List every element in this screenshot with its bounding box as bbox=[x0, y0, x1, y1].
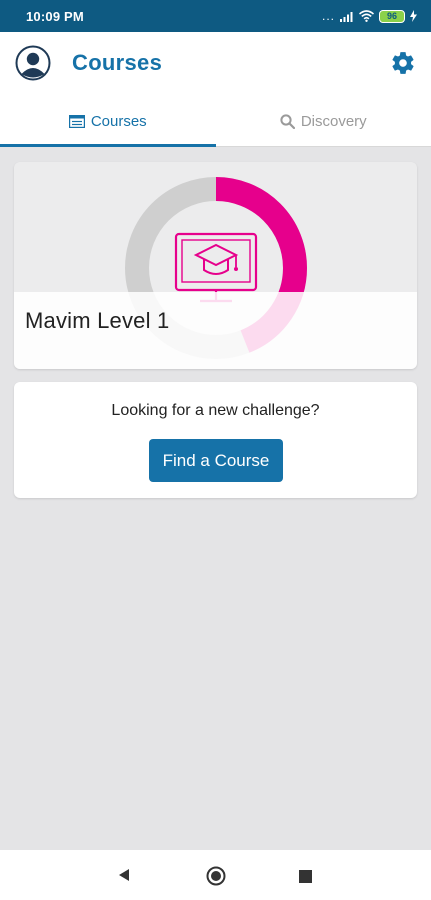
signal-icon bbox=[340, 11, 353, 22]
status-icons: ... 96 bbox=[321, 9, 417, 23]
system-nav-bar bbox=[0, 850, 431, 900]
status-time: 10:09 PM bbox=[26, 8, 84, 24]
user-avatar-icon[interactable] bbox=[15, 45, 51, 81]
search-icon bbox=[280, 113, 295, 129]
recents-square-icon bbox=[298, 869, 312, 883]
back-button[interactable] bbox=[116, 867, 132, 883]
wifi-icon bbox=[359, 10, 374, 22]
recents-button[interactable] bbox=[297, 868, 313, 884]
challenge-card: Looking for a new challenge? Find a Cour… bbox=[14, 382, 417, 498]
notification-dots: ... bbox=[321, 9, 335, 23]
app-header: Courses bbox=[0, 32, 431, 96]
home-button[interactable] bbox=[205, 865, 227, 887]
tab-courses-label: Courses bbox=[90, 112, 147, 130]
course-card[interactable]: Mavim Level 1 bbox=[14, 162, 417, 369]
tab-bar: Courses Discovery bbox=[0, 96, 431, 147]
battery-indicator: 96 bbox=[379, 9, 405, 23]
tab-courses[interactable]: Courses bbox=[0, 96, 216, 147]
tab-discovery[interactable]: Discovery bbox=[216, 96, 431, 146]
gear-icon[interactable] bbox=[390, 50, 416, 76]
back-triangle-icon bbox=[119, 869, 129, 881]
status-bar: 10:09 PM ... 96 bbox=[0, 0, 431, 32]
page-title: Courses bbox=[72, 50, 163, 75]
course-title: Mavim Level 1 bbox=[25, 308, 170, 333]
graduation-monitor-icon bbox=[174, 232, 258, 303]
tab-discovery-label: Discovery bbox=[300, 112, 367, 130]
find-course-button[interactable]: Find a Course bbox=[149, 439, 283, 482]
charging-icon bbox=[410, 10, 417, 22]
home-circle-icon bbox=[206, 866, 226, 886]
challenge-prompt: Looking for a new challenge? bbox=[111, 402, 320, 419]
book-icon bbox=[68, 114, 85, 128]
